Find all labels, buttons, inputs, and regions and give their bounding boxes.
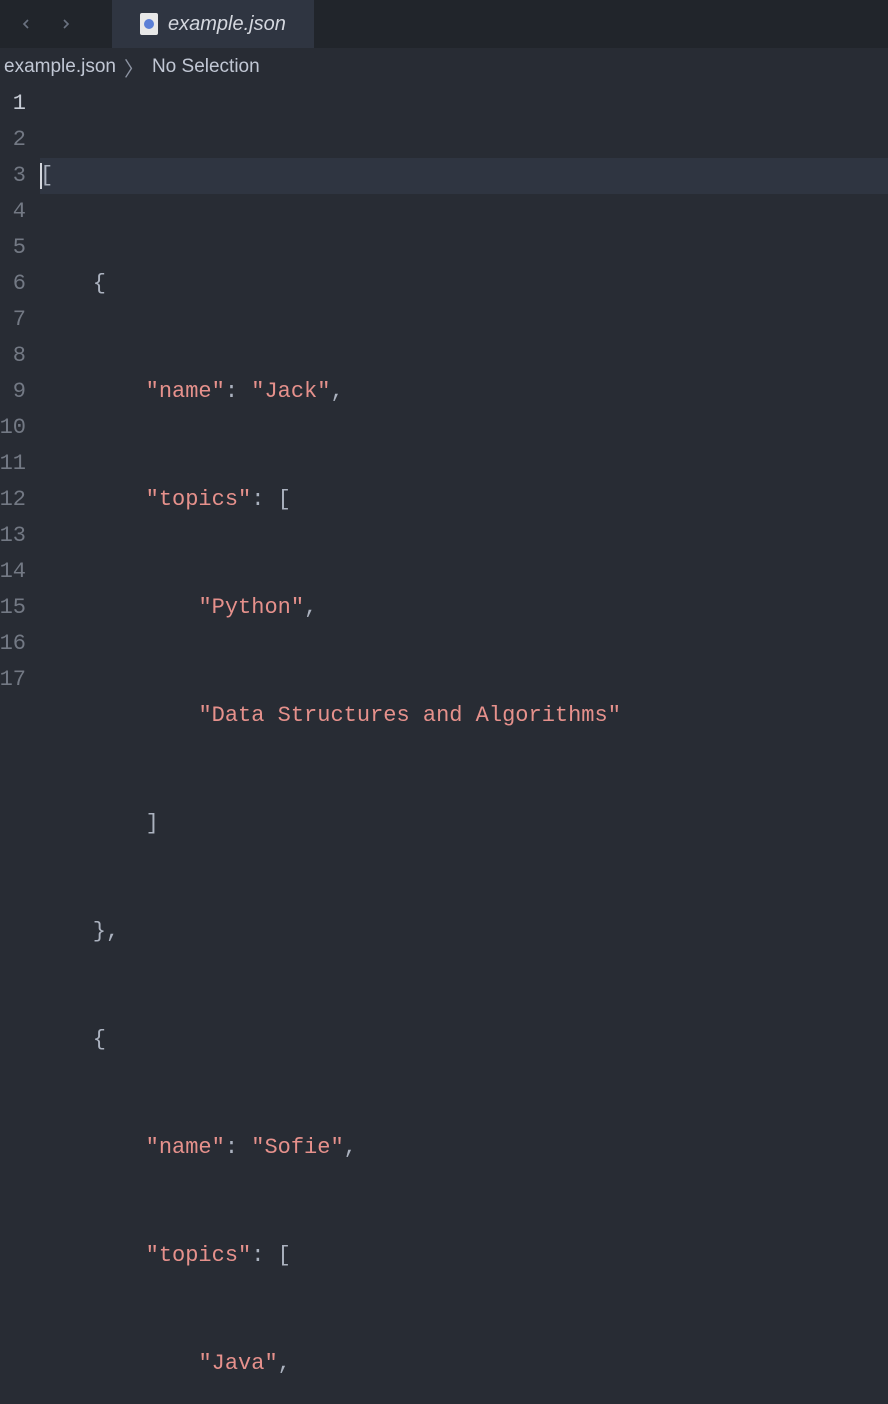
code-line[interactable]: "name": "Sofie", [40, 1130, 888, 1166]
code-line[interactable]: "topics": [ [40, 482, 888, 518]
line-number[interactable]: 5 [0, 230, 28, 266]
json-file-icon [140, 13, 158, 35]
code-line[interactable]: { [40, 266, 888, 302]
code-line[interactable]: { [40, 1022, 888, 1058]
line-number[interactable]: 4 [0, 194, 28, 230]
line-number[interactable]: 7 [0, 302, 28, 338]
chevron-left-icon [18, 16, 34, 32]
line-number-gutter: 1 2 3 4 5 6 7 8 9 10 11 12 13 14 15 16 1… [0, 86, 40, 1404]
line-number[interactable]: 15 [0, 590, 28, 626]
breadcrumb-file[interactable]: example.json [4, 56, 116, 78]
line-number[interactable]: 16 [0, 626, 28, 662]
line-number[interactable]: 3 [0, 158, 28, 194]
line-number[interactable]: 2 [0, 122, 28, 158]
line-number[interactable]: 17 [0, 662, 28, 698]
code-line[interactable]: "name": "Jack", [40, 374, 888, 410]
line-number[interactable]: 13 [0, 518, 28, 554]
code-line[interactable]: }, [40, 914, 888, 950]
line-number[interactable]: 9 [0, 374, 28, 410]
line-number[interactable]: 11 [0, 446, 28, 482]
code-editor[interactable]: 1 2 3 4 5 6 7 8 9 10 11 12 13 14 15 16 1… [0, 86, 888, 1404]
chevron-right-icon: 〉 [124, 53, 144, 82]
tab-filename: example.json [168, 13, 286, 36]
line-number[interactable]: 8 [0, 338, 28, 374]
line-number[interactable]: 6 [0, 266, 28, 302]
nav-back-button[interactable] [16, 14, 36, 34]
toolbar: example.json [0, 0, 888, 48]
code-content[interactable]: [ { "name": "Jack", "topics": [ "Python"… [40, 86, 888, 1404]
code-line[interactable]: ] [40, 806, 888, 842]
chevron-right-icon [58, 16, 74, 32]
code-line[interactable]: "Java", [40, 1346, 888, 1382]
nav-buttons [0, 14, 92, 34]
code-line[interactable]: "Data Structures and Algorithms" [40, 698, 888, 734]
breadcrumb-bar: example.json 〉 No Selection [0, 48, 888, 86]
breadcrumb-selection[interactable]: No Selection [152, 56, 260, 78]
line-number[interactable]: 14 [0, 554, 28, 590]
editor-tab[interactable]: example.json [112, 0, 314, 48]
line-number[interactable]: 12 [0, 482, 28, 518]
code-line[interactable]: [ [40, 158, 888, 194]
line-number[interactable]: 1 [0, 86, 28, 122]
line-number[interactable]: 10 [0, 410, 28, 446]
code-line[interactable]: "topics": [ [40, 1238, 888, 1274]
nav-forward-button[interactable] [56, 14, 76, 34]
code-line[interactable]: "Python", [40, 590, 888, 626]
